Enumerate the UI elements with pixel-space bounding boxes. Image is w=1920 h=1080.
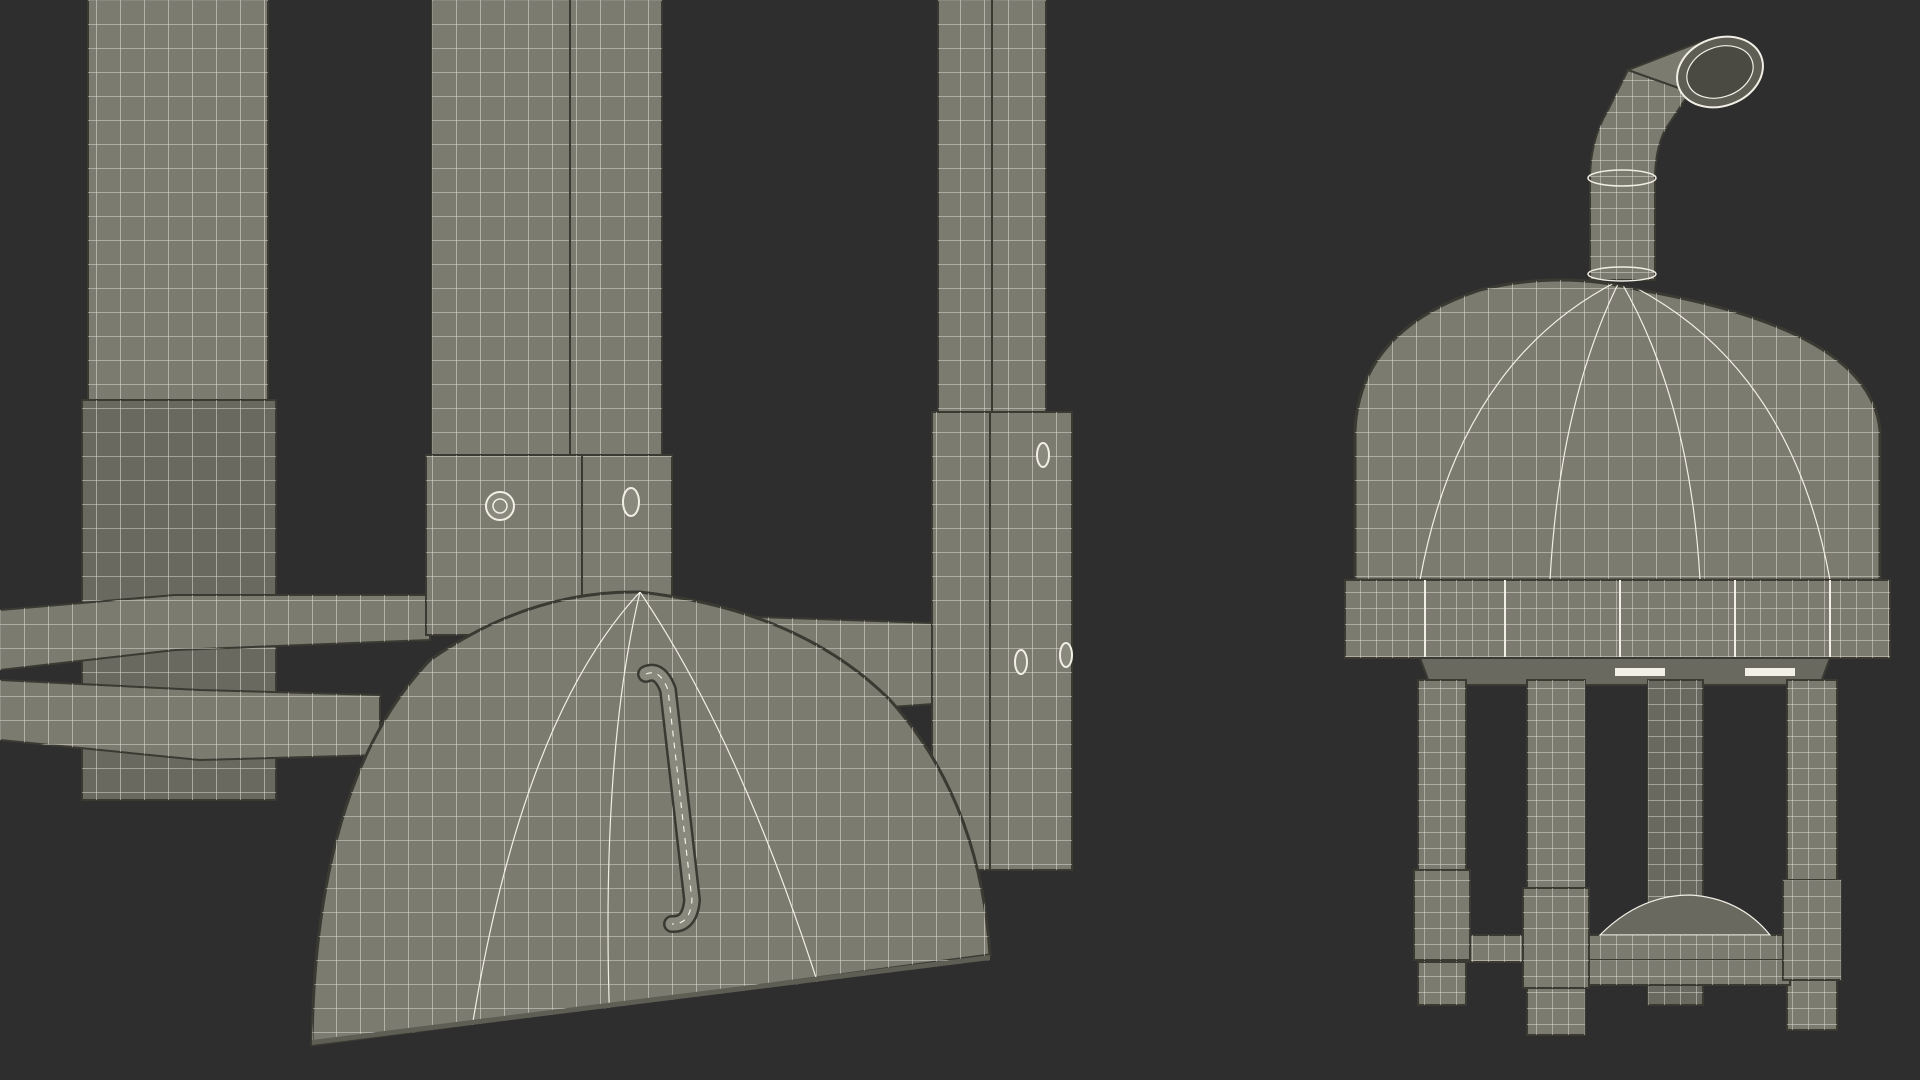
bolt-icon: [485, 491, 515, 521]
bolt-icon: [1059, 642, 1073, 668]
ring-underside: [1418, 657, 1832, 686]
wireframe-render: [0, 0, 1920, 1080]
dome-base-ring: [1344, 579, 1891, 659]
leg-bracket: [1413, 869, 1471, 961]
leg-bracket: [1522, 887, 1590, 989]
bolt-icon: [622, 487, 640, 517]
bolt-icon: [1014, 649, 1028, 675]
bolt-icon: [1036, 442, 1050, 468]
center-leg: [425, 0, 673, 636]
back-left-leg: [81, 0, 277, 801]
leg-bracket: [1782, 879, 1842, 981]
